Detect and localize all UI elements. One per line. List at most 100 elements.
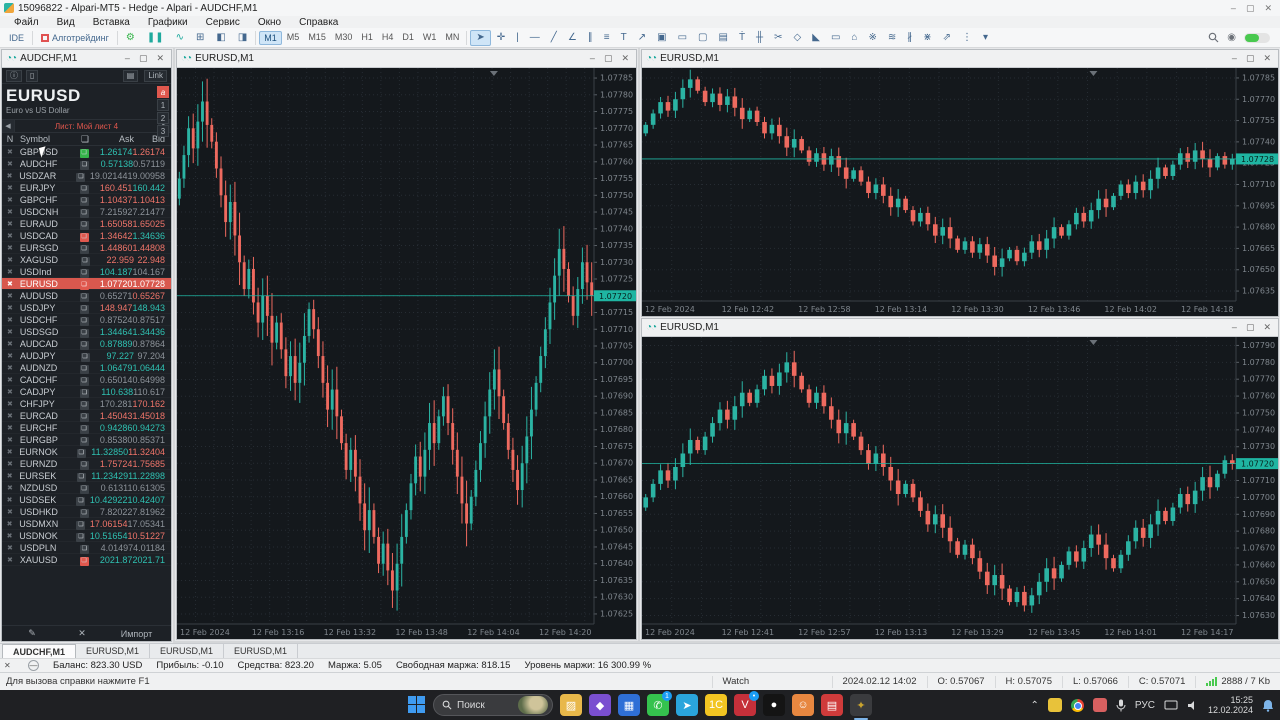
andrews-pitchfork-icon[interactable]: ⇗ bbox=[938, 30, 956, 46]
objects-list-icon[interactable]: ▾ bbox=[978, 30, 993, 46]
gann-icon[interactable]: ⋇ bbox=[918, 30, 936, 46]
chart-badge-icon[interactable]: ❏ bbox=[75, 458, 93, 470]
menu-Файл[interactable]: Файл bbox=[6, 17, 47, 28]
import-button[interactable]: Импорт bbox=[102, 629, 171, 639]
file-explorer-icon[interactable]: ▨ bbox=[560, 694, 582, 716]
tray-app-red-icon[interactable] bbox=[1092, 698, 1107, 712]
pin-icon[interactable]: ▤ bbox=[122, 69, 139, 82]
hide-symbol-icon[interactable]: ✖ bbox=[2, 148, 18, 156]
chart-badge-icon[interactable]: ❏ bbox=[75, 290, 93, 302]
app-window-controls[interactable]: – ▢ ✕ bbox=[1231, 3, 1280, 14]
symbol-row-USDSGD[interactable]: ✖ USDSGD ❏ 1.34464 1.34436 bbox=[2, 326, 171, 338]
remove-icon[interactable]: ✕ bbox=[62, 628, 102, 639]
network-icon[interactable] bbox=[1164, 700, 1178, 711]
expand-horizontal-icon[interactable]: ◧ bbox=[211, 31, 230, 45]
chart-badge-icon[interactable]: ❏ bbox=[76, 350, 94, 362]
1c-app-icon[interactable]: 1С bbox=[705, 694, 727, 716]
symbol-row-USDCNH[interactable]: ✖ USDCNH ❏ 7.21592 7.21477 bbox=[2, 206, 171, 218]
hide-symbol-icon[interactable]: ✖ bbox=[2, 196, 18, 204]
hide-symbol-icon[interactable]: ✖ bbox=[2, 268, 18, 276]
hide-symbol-icon[interactable]: ✖ bbox=[2, 172, 17, 180]
hide-symbol-icon[interactable]: ✖ bbox=[2, 160, 18, 168]
menu-Сервис[interactable]: Сервис bbox=[198, 17, 248, 28]
hide-symbol-icon[interactable]: ✖ bbox=[2, 364, 18, 372]
symbol-row-GBPUSD[interactable]: ✖ GBPUSD ❏ 1.26174 1.26174 bbox=[2, 146, 171, 158]
metatrader-icon[interactable]: ▦ bbox=[618, 694, 640, 716]
symbol-row-AUDCAD[interactable]: ✖ AUDCAD ❏ 0.87889 0.87864 bbox=[2, 338, 171, 350]
chart-badge-icon[interactable]: ❏ bbox=[75, 338, 93, 350]
close-icon[interactable]: ✕ bbox=[1263, 53, 1271, 64]
taskbar-search[interactable]: Поиск bbox=[433, 694, 553, 716]
chart-badge-icon[interactable]: ❏ bbox=[75, 302, 93, 314]
hide-symbol-icon[interactable]: ✖ bbox=[2, 220, 18, 228]
hide-symbol-icon[interactable]: ✖ bbox=[2, 484, 18, 492]
fibo-channel-icon[interactable]: ∦ bbox=[902, 30, 917, 46]
app-window-button[interactable]: ✕ bbox=[1264, 3, 1272, 14]
symbol-row-USDInd[interactable]: ✖ USDInd ❏ 104.187 104.167 bbox=[2, 266, 171, 278]
gold-active-app-icon[interactable]: ✦ bbox=[850, 694, 872, 720]
chart-badge-icon[interactable]: ❏ bbox=[75, 146, 93, 158]
collapse-icon[interactable]: — bbox=[28, 660, 39, 671]
symbol-row-USDCHF[interactable]: ✖ USDCHF ❏ 0.87524 0.87517 bbox=[2, 314, 171, 326]
chart-badge-icon[interactable]: ❏ bbox=[76, 542, 94, 554]
symbol-row-USDZAR[interactable]: ✖ USDZAR ❏ 19.02144 19.00958 bbox=[2, 170, 171, 182]
chart-badge-icon[interactable]: ❏ bbox=[75, 410, 93, 422]
hide-symbol-icon[interactable]: ✖ bbox=[2, 184, 18, 192]
chart-badge-icon[interactable]: ❏ bbox=[75, 278, 93, 290]
menu-Вставка[interactable]: Вставка bbox=[85, 17, 138, 28]
hide-symbol-icon[interactable]: ✖ bbox=[2, 376, 18, 384]
chart-tab-EURUSD,M1[interactable]: EURUSD,M1 bbox=[224, 644, 299, 658]
chart-badge-icon[interactable]: ❏ bbox=[75, 362, 93, 374]
hide-symbol-icon[interactable]: ✖ bbox=[2, 244, 18, 252]
symbols-table-header[interactable]: N Symbol ❏ Ask Bid bbox=[2, 133, 171, 146]
pause-tester-icon[interactable]: ❚❚ bbox=[142, 31, 169, 45]
symbol-row-USDJPY[interactable]: ✖ USDJPY ❏ 148.947 148.943 bbox=[2, 302, 171, 314]
symbol-row-CADJPY[interactable]: ✖ CADJPY ❏ 110.638 110.617 bbox=[2, 386, 171, 398]
candlestick-chart[interactable]: 1.07790 1.07780 1.07770 1.07760 1.07750 1.077… bbox=[642, 337, 1278, 639]
shapes-icon[interactable]: ⌂ bbox=[846, 30, 862, 46]
trendline-icon[interactable]: ╱ bbox=[546, 30, 562, 46]
maximize-icon[interactable]: ▢ bbox=[139, 53, 148, 64]
symbol-row-USDPLN[interactable]: ✖ USDPLN ❏ 4.01497 4.01184 bbox=[2, 542, 171, 554]
chart-badge-icon[interactable]: ❏ bbox=[75, 194, 93, 206]
start-button[interactable] bbox=[408, 696, 426, 714]
symbol-row-EURCAD[interactable]: ✖ EURCAD ❏ 1.45043 1.45018 bbox=[2, 410, 171, 422]
hide-symbol-icon[interactable]: ✖ bbox=[2, 292, 18, 300]
symbol-row-AUDJPY[interactable]: ✖ AUDJPY ❏ 97.227 97.204 bbox=[2, 350, 171, 362]
symbol-row-CADCHF[interactable]: ✖ CADCHF ❏ 0.65014 0.64998 bbox=[2, 374, 171, 386]
clock[interactable]: 15:25 12.02.2024 bbox=[1208, 695, 1253, 715]
chart-badge-icon[interactable]: ❏ bbox=[73, 446, 90, 458]
edit-icon[interactable]: ✎ bbox=[2, 628, 62, 639]
timeframe-MN[interactable]: MN bbox=[441, 31, 463, 45]
hide-symbol-icon[interactable]: ✖ bbox=[2, 532, 17, 540]
symbol-row-CHFJPY[interactable]: ✖ CHFJPY ❏ 170.281 170.162 bbox=[2, 398, 171, 410]
mobile-icon[interactable]: ▯ bbox=[26, 69, 39, 82]
search-icon[interactable] bbox=[1208, 32, 1219, 43]
hide-symbol-icon[interactable]: ✖ bbox=[2, 232, 18, 240]
cycles-icon[interactable]: ⋮ bbox=[957, 30, 977, 46]
help-icon[interactable]: ◉ bbox=[1227, 32, 1236, 44]
minimize-icon[interactable]: – bbox=[1232, 53, 1237, 64]
chart-badge-icon[interactable]: ❏ bbox=[72, 518, 89, 530]
symbol-row-EURSGD[interactable]: ✖ EURSGD ❏ 1.44860 1.44808 bbox=[2, 242, 171, 254]
menu-Вид[interactable]: Вид bbox=[49, 17, 83, 28]
hide-symbol-icon[interactable]: ✖ bbox=[2, 460, 18, 468]
symbol-row-AUDNZD[interactable]: ✖ AUDNZD ❏ 1.06479 1.06444 bbox=[2, 362, 171, 374]
menu-Окно[interactable]: Окно bbox=[250, 17, 289, 28]
tray-chrome-icon[interactable] bbox=[1070, 698, 1084, 712]
symbol-row-USDNOK[interactable]: ✖ USDNOK ❏ 10.51654 10.51227 bbox=[2, 530, 171, 542]
symbol-row-AUDUSD[interactable]: ✖ AUDUSD ❏ 0.65271 0.65267 bbox=[2, 290, 171, 302]
chart-titlebar[interactable]: ◔◔ EURUSD,M1 – ▢ ✕ bbox=[642, 50, 1278, 68]
hide-symbol-icon[interactable]: ✖ bbox=[2, 520, 17, 528]
symbol-row-EURUSD[interactable]: ✖ EURUSD ❏ 1.07720 1.07728 bbox=[2, 146, 171, 290]
depth-button-2[interactable]: 2 bbox=[157, 112, 169, 124]
symbol-row-USDCAD[interactable]: ✖ USDCAD ❏ 1.34642 1.34636 bbox=[2, 230, 171, 242]
hide-symbol-icon[interactable]: ✖ bbox=[2, 328, 18, 336]
chart-badge-icon[interactable]: ❏ bbox=[76, 254, 94, 266]
minimize-icon[interactable]: – bbox=[125, 53, 130, 64]
equidistant-channel-icon[interactable]: ≡ bbox=[599, 30, 615, 46]
symbol-row-EURAUD[interactable]: ✖ EURAUD ❏ 1.65058 1.65025 bbox=[2, 218, 171, 230]
hide-symbol-icon[interactable]: ✖ bbox=[2, 556, 18, 564]
chart-badge-icon[interactable]: ❏ bbox=[76, 386, 94, 398]
timeframe-D1[interactable]: D1 bbox=[398, 31, 418, 45]
